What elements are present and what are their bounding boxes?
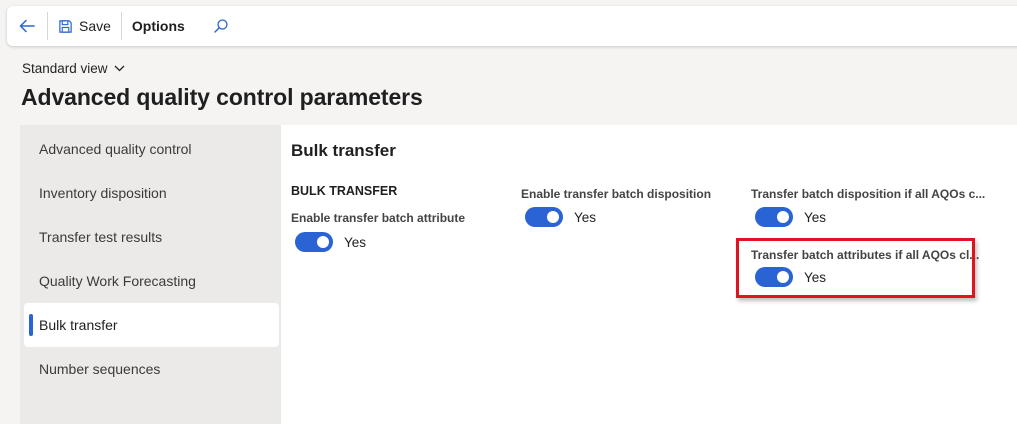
toggle-transfer-batch-disposition-if-all-aqos[interactable]: Yes bbox=[755, 207, 826, 227]
nav-item-label: Number sequences bbox=[39, 361, 161, 377]
chevron-down-icon bbox=[114, 65, 125, 72]
toggle-enable-transfer-batch-attribute[interactable]: Yes bbox=[295, 232, 366, 252]
save-button[interactable]: Save bbox=[48, 6, 121, 46]
nav-item-bulk-transfer[interactable]: Bulk transfer bbox=[24, 303, 279, 347]
field-label-enable-transfer-batch-attribute: Enable transfer batch attribute bbox=[291, 211, 466, 225]
toggle-value: Yes bbox=[574, 209, 597, 225]
nav-item-label: Quality Work Forecasting bbox=[39, 273, 196, 289]
nav-item-label: Transfer test results bbox=[39, 229, 163, 245]
save-button-label: Save bbox=[79, 18, 111, 34]
search-icon bbox=[214, 19, 228, 33]
group-heading: BULK TRANSFER bbox=[291, 184, 398, 198]
view-selector[interactable]: Standard view bbox=[22, 61, 125, 76]
nav-item-inventory-disposition[interactable]: Inventory disposition bbox=[24, 171, 279, 215]
nav-item-label: Advanced quality control bbox=[39, 141, 192, 157]
toggle-enable-transfer-batch-disposition[interactable]: Yes bbox=[525, 207, 596, 227]
content-area: Advanced quality control Inventory dispo… bbox=[20, 125, 1017, 424]
navigation-pane: Advanced quality control Inventory dispo… bbox=[20, 125, 281, 424]
toggle-value: Yes bbox=[804, 209, 827, 225]
search-button[interactable] bbox=[201, 6, 241, 46]
field-label-enable-transfer-batch-disposition: Enable transfer batch disposition bbox=[521, 187, 712, 201]
nav-item-label: Bulk transfer bbox=[39, 317, 118, 333]
nav-item-advanced-quality-control[interactable]: Advanced quality control bbox=[24, 127, 279, 171]
section-title: Bulk transfer bbox=[291, 141, 396, 160]
nav-item-transfer-test-results[interactable]: Transfer test results bbox=[24, 215, 279, 259]
toggle-value: Yes bbox=[344, 234, 367, 250]
view-selector-label: Standard view bbox=[22, 61, 108, 76]
save-icon bbox=[59, 19, 72, 33]
field-label-transfer-batch-disposition-if-all-aqos: Transfer batch disposition if all AQOs c… bbox=[751, 187, 986, 201]
back-button[interactable] bbox=[7, 6, 47, 46]
options-button-label: Options bbox=[131, 18, 185, 34]
toggle-switch[interactable] bbox=[295, 232, 333, 252]
action-pane: Save Options bbox=[7, 6, 1017, 46]
toggle-switch[interactable] bbox=[755, 207, 793, 227]
page-title: Advanced quality control parameters bbox=[21, 84, 423, 110]
nav-item-number-sequences[interactable]: Number sequences bbox=[24, 347, 279, 391]
back-arrow-icon bbox=[19, 19, 35, 33]
highlight-annotation-box bbox=[736, 238, 975, 298]
nav-item-label: Inventory disposition bbox=[39, 185, 167, 201]
options-button[interactable]: Options bbox=[122, 6, 195, 46]
toggle-switch[interactable] bbox=[525, 207, 563, 227]
nav-item-quality-work-forecasting[interactable]: Quality Work Forecasting bbox=[24, 259, 279, 303]
